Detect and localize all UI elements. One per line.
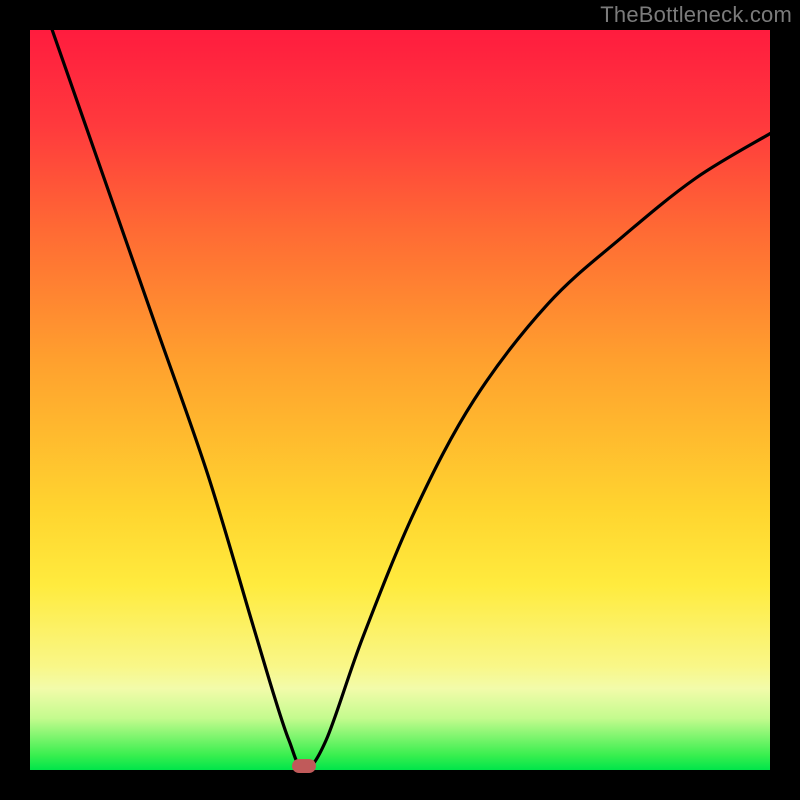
bottleneck-curve [30, 30, 770, 770]
watermark-text: TheBottleneck.com [600, 2, 792, 28]
chart-stage: TheBottleneck.com [0, 0, 800, 800]
curve-path [52, 30, 770, 770]
optimum-marker [292, 759, 316, 773]
